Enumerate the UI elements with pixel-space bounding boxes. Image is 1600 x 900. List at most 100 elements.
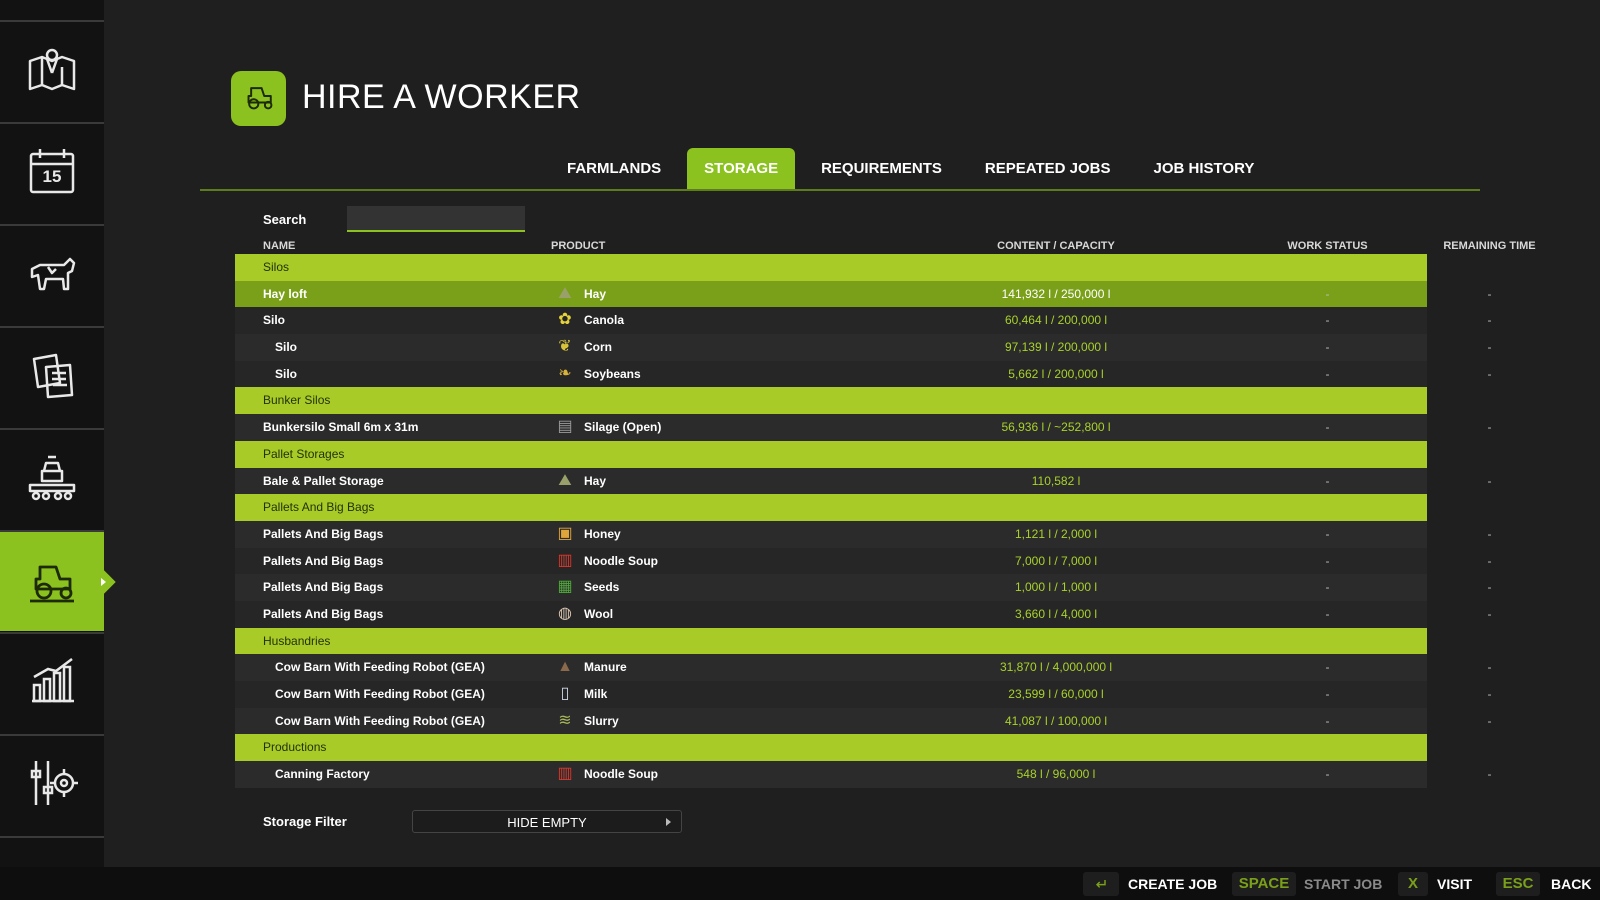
storage-name: Pallets And Big Bags bbox=[263, 580, 384, 595]
cow-icon bbox=[26, 247, 78, 304]
documents-icon bbox=[26, 349, 78, 406]
start-job-key[interactable]: SPACE bbox=[1232, 872, 1296, 896]
group-header-row[interactable]: Husbandries bbox=[235, 627, 1427, 655]
column-header-name[interactable]: NAME bbox=[263, 240, 295, 252]
product-name: Honey bbox=[584, 526, 621, 541]
column-header-content[interactable]: CONTENT / CAPACITY bbox=[895, 240, 1217, 252]
hay-icon: ⛰ bbox=[558, 284, 572, 302]
sidebar-item-animals[interactable] bbox=[0, 224, 104, 325]
visit-button[interactable]: VISIT bbox=[1437, 872, 1472, 896]
storage-row[interactable]: Pallets And Big Bags ▥ Noodle Soup 7,000 l … bbox=[235, 547, 1492, 575]
manure-icon: ▲ bbox=[557, 658, 573, 676]
silage-icon: ▤ bbox=[557, 418, 573, 436]
storage-row[interactable]: Pallets And Big Bags ▣ Honey 1,121 l / 2,00… bbox=[235, 520, 1492, 548]
product-name: Silage (Open) bbox=[584, 420, 662, 435]
storage-row[interactable]: Cow Barn With Feeding Robot (GEA) ≋ Slurry… bbox=[235, 707, 1492, 735]
storage-name: Pallets And Big Bags bbox=[263, 606, 384, 621]
header-badge bbox=[231, 71, 286, 126]
production-icon bbox=[26, 451, 78, 508]
content-capacity: 110,582 l bbox=[1031, 473, 1081, 488]
storage-name: Silo bbox=[263, 313, 286, 328]
group-name: Husbandries bbox=[263, 633, 331, 648]
sidebar-item-contracts[interactable] bbox=[0, 326, 104, 427]
remaining-time: - bbox=[1487, 767, 1492, 782]
sidebar-item-map[interactable] bbox=[0, 20, 104, 121]
tab-requirements[interactable]: REQUIREMENTS bbox=[804, 148, 959, 190]
group-name: Silos bbox=[263, 260, 290, 274]
back-button[interactable]: BACK bbox=[1551, 872, 1591, 896]
remaining-time: - bbox=[1487, 687, 1492, 701]
content-capacity: 31,870 l / 4,000,000 l bbox=[999, 660, 1113, 675]
corn-icon: ❦ bbox=[558, 338, 572, 356]
sidebar-divider bbox=[0, 836, 104, 838]
remaining-time: - bbox=[1487, 420, 1492, 435]
storage-name: Bale & Pallet Storage bbox=[263, 473, 384, 488]
noodle-soup-icon: ▥ bbox=[557, 765, 573, 783]
active-indicator-tip bbox=[101, 577, 106, 586]
back-key[interactable]: ESC bbox=[1496, 872, 1540, 896]
storage-row[interactable]: Canning Factory ▥ Noodle Soup 548 l / 96,00… bbox=[235, 761, 1492, 788]
tab-job-history[interactable]: JOB HISTORY bbox=[1137, 148, 1272, 190]
storage-row[interactable]: Hay loft ⛰ Hay 141,932 l / 250,000 l-- bbox=[235, 280, 1492, 308]
tab-storage[interactable]: STORAGE bbox=[687, 148, 796, 190]
content-capacity: 1,000 l / 1,000 l bbox=[1014, 580, 1098, 595]
visit-key[interactable]: X bbox=[1398, 872, 1428, 896]
sidebar-item-statistics[interactable] bbox=[0, 632, 104, 733]
sidebar-item-production[interactable] bbox=[0, 428, 104, 529]
product-name: Corn bbox=[584, 340, 612, 355]
storage-name: Cow Barn With Feeding Robot (GEA) bbox=[275, 713, 485, 728]
product-name: Hay bbox=[584, 286, 607, 301]
settings-icon bbox=[26, 757, 78, 814]
group-header-row[interactable]: Pallets And Big Bags bbox=[235, 494, 1427, 521]
column-header-remaining-time[interactable]: REMAINING TIME bbox=[1347, 240, 1600, 252]
storage-row[interactable]: Bunkersilo Small 6m x 31m ▤ Silage (Open) 5… bbox=[235, 414, 1492, 441]
storage-row[interactable]: Pallets And Big Bags ◍ Wool 3,660 l / 4,000… bbox=[235, 600, 1492, 628]
storage-row[interactable]: Cow Barn With Feeding Robot (GEA) ▲ Manure… bbox=[235, 654, 1492, 681]
group-header-row[interactable]: Silos bbox=[235, 254, 1427, 281]
storage-filter-value: HIDE EMPTY bbox=[507, 815, 587, 830]
content-capacity: 5,662 l / 200,000 l bbox=[1008, 366, 1104, 381]
remaining-time: - bbox=[1487, 366, 1492, 381]
group-header-row[interactable]: Pallet Storages bbox=[235, 440, 1427, 468]
storage-row[interactable]: Silo ✿ Canola 60,464 l / 200,000 l-- bbox=[235, 307, 1492, 335]
sidebar-item-calendar[interactable]: 15 bbox=[0, 122, 104, 223]
map-icon bbox=[26, 43, 78, 100]
content-capacity: 97,139 l / 200,000 l bbox=[1004, 340, 1108, 355]
storage-row[interactable]: Pallets And Big Bags ▦ Seeds 1,000 l / 1,00… bbox=[235, 574, 1492, 601]
remaining-time: - bbox=[1487, 660, 1492, 675]
content-capacity: 7,000 l / 7,000 l bbox=[1014, 553, 1098, 568]
product-name: Noodle Soup bbox=[584, 553, 658, 568]
group-header-row[interactable]: Bunker Silos bbox=[235, 387, 1427, 415]
create-job-button[interactable]: CREATE JOB bbox=[1128, 872, 1217, 896]
storage-filter-select[interactable]: HIDE EMPTY bbox=[412, 810, 682, 833]
canola-icon: ✿ bbox=[558, 311, 572, 329]
hay-icon: ⛰ bbox=[558, 471, 572, 489]
tab-farmlands[interactable]: FARMLANDS bbox=[550, 148, 678, 190]
remaining-time: - bbox=[1487, 286, 1492, 301]
product-name: Hay bbox=[584, 473, 607, 488]
group-header-row[interactable]: Productions bbox=[235, 734, 1427, 762]
sidebar-item-workers[interactable] bbox=[0, 530, 116, 631]
storage-row[interactable]: Cow Barn With Feeding Robot (GEA) ▯ Milk 23… bbox=[235, 681, 1492, 708]
remaining-time: - bbox=[1487, 580, 1492, 595]
honey-icon: ▣ bbox=[557, 524, 573, 542]
sidebar-item-settings[interactable] bbox=[0, 734, 104, 835]
storage-row[interactable]: Silo ❧ Soybeans 5,662 l / 200,000 l-- bbox=[235, 360, 1492, 388]
soybeans-icon: ❧ bbox=[558, 364, 572, 382]
storage-row[interactable]: Bale & Pallet Storage ⛰ Hay 110,582 l-- bbox=[235, 467, 1492, 495]
start-job-button[interactable]: START JOB bbox=[1304, 872, 1382, 896]
create-job-key[interactable] bbox=[1083, 872, 1119, 896]
group-name: Pallets And Big Bags bbox=[263, 500, 375, 515]
calendar-icon: 15 bbox=[26, 145, 78, 202]
remaining-time: - bbox=[1487, 340, 1492, 355]
product-name: Slurry bbox=[584, 713, 619, 728]
sidebar: 15 bbox=[0, 0, 116, 900]
search-input[interactable] bbox=[347, 206, 525, 232]
column-header-product[interactable]: PRODUCT bbox=[551, 240, 605, 252]
page-title: HIRE A WORKER bbox=[302, 78, 581, 116]
storage-row[interactable]: Silo ❦ Corn 97,139 l / 200,000 l-- bbox=[235, 334, 1492, 361]
arrow-right-icon bbox=[666, 818, 671, 826]
tab-repeated-jobs[interactable]: REPEATED JOBS bbox=[968, 148, 1128, 190]
tab-underline bbox=[200, 189, 1480, 191]
search-label: Search bbox=[263, 212, 307, 227]
